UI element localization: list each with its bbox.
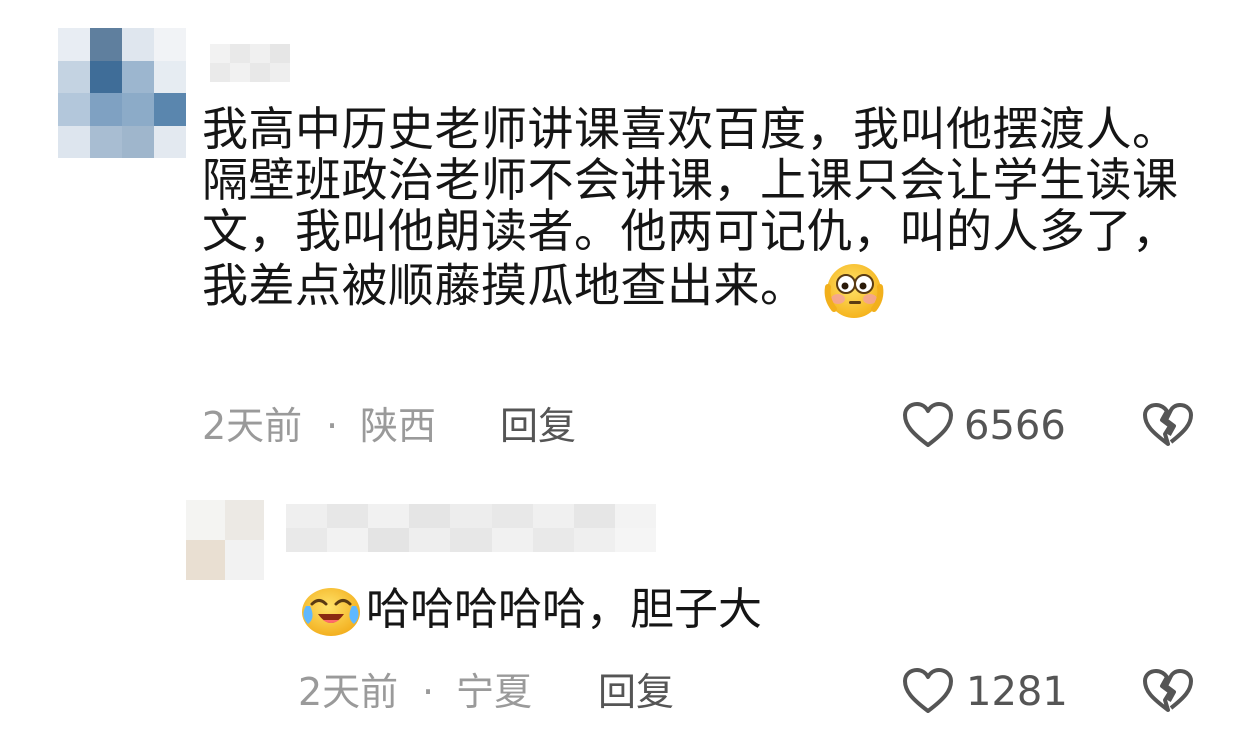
comment-body: 我高中历史老师讲课喜欢百度，我叫他摆渡人。隔壁班政治老师不会讲课，上课只会让学生… — [202, 102, 1179, 313]
reply-username-blurred[interactable] — [286, 504, 656, 552]
reply-meta-separator: · — [422, 670, 435, 714]
username-blurred[interactable] — [210, 44, 290, 82]
heart-icon[interactable] — [902, 667, 954, 715]
comment-time: 2天前 — [202, 404, 303, 448]
flushed-face-icon — [822, 257, 886, 321]
reply-text: 哈哈哈哈哈，胆子大 — [300, 582, 1160, 638]
reply-body: 哈哈哈哈哈，胆子大 — [366, 584, 762, 635]
crying-laughing-face-icon — [300, 582, 362, 638]
comment-text: 我高中历史老师讲课喜欢百度，我叫他摆渡人。隔壁班政治老师不会讲课，上课只会让学生… — [202, 104, 1212, 321]
broken-heart-icon[interactable] — [1142, 668, 1194, 714]
comment-location: 陕西 — [360, 404, 437, 448]
reply-reply-button[interactable]: 回复 — [598, 672, 674, 712]
avatar[interactable] — [58, 28, 186, 158]
reply-time: 2天前 — [298, 670, 399, 714]
heart-icon[interactable] — [902, 401, 954, 449]
reply-button[interactable]: 回复 — [500, 406, 576, 446]
reply-avatar-blurred[interactable] — [186, 500, 264, 580]
reply-location: 宁夏 — [456, 670, 533, 714]
broken-heart-icon[interactable] — [1142, 402, 1194, 448]
like-count: 6566 — [964, 403, 1066, 449]
meta-separator: · — [326, 404, 339, 448]
reply-like-count: 1281 — [966, 669, 1068, 715]
